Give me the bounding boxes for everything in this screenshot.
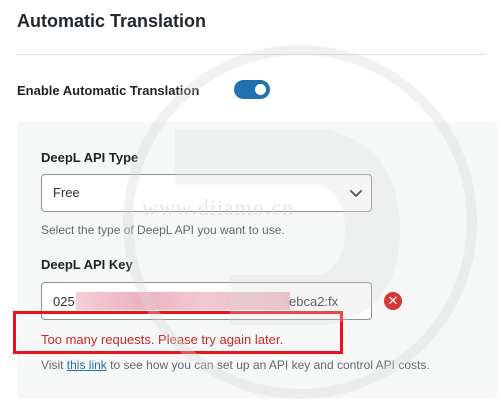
section-title: Automatic Translation	[17, 11, 207, 31]
api-key-label: DeepL API Key	[41, 257, 133, 272]
api-key-help-prefix: Visit	[41, 358, 67, 372]
api-key-value-end: ebca2:fx	[289, 294, 339, 309]
api-key-help-link[interactable]: this link	[67, 358, 107, 372]
api-key-help-text: Visit this link to see how you can set u…	[41, 358, 430, 372]
api-key-value-start: 025	[53, 294, 75, 309]
api-key-help-suffix: to see how you can set up an API key and…	[106, 358, 430, 372]
enable-translation-label: Enable Automatic Translation	[17, 82, 200, 98]
api-key-error-message: Too many requests. Please try again late…	[41, 332, 284, 347]
clear-error-icon[interactable]: ✕	[384, 292, 402, 310]
chevron-down-icon	[350, 190, 362, 197]
toggle-knob	[255, 84, 266, 95]
enable-row: Enable Automatic Translation	[17, 80, 199, 100]
api-type-select[interactable]: Free	[41, 174, 372, 212]
api-type-help-text: Select the type of DeepL API you want to…	[41, 223, 285, 237]
section-divider	[17, 54, 486, 55]
enable-translation-toggle[interactable]	[234, 80, 270, 99]
redacted-key-segment	[76, 292, 290, 310]
api-type-label: DeepL API Type	[41, 150, 139, 165]
api-type-selected-value: Free	[53, 185, 80, 200]
